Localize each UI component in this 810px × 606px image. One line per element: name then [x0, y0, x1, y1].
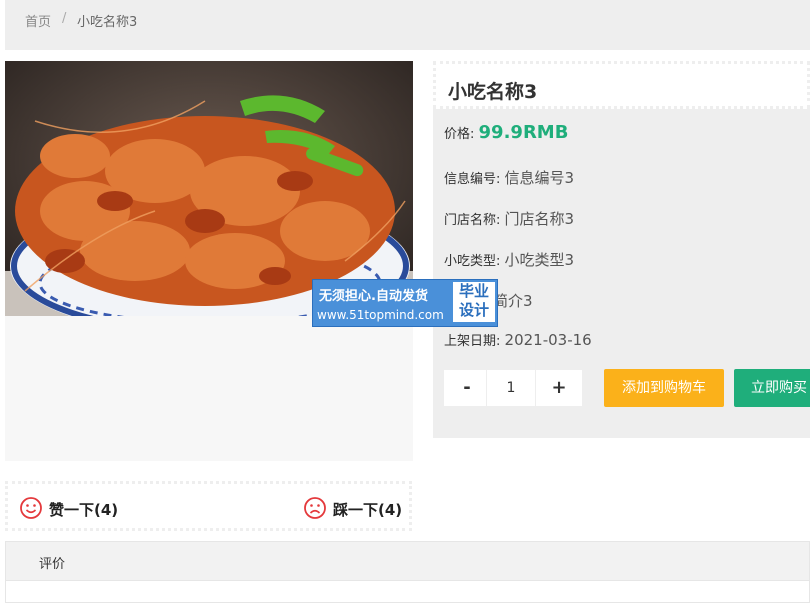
- add-to-cart-button[interactable]: 添加到购物车: [604, 369, 724, 407]
- info-value: 信息编号3: [504, 169, 575, 187]
- review-tab[interactable]: 评价: [39, 553, 65, 572]
- product-info-panel: 小吃名称3 价格: 99.9RMB 信息编号: 信息编号3 门店名称: 门店名称…: [433, 61, 810, 438]
- date-row: 上架日期: 2021-03-16: [444, 330, 592, 349]
- sad-face-icon: [304, 497, 326, 519]
- type-label: 小吃类型:: [444, 254, 501, 269]
- store-value: 门店名称3: [504, 210, 575, 228]
- quantity-minus-button[interactable]: -: [443, 369, 491, 407]
- breadcrumb-separator: /: [62, 11, 67, 26]
- price-value: 99.9RMB: [478, 122, 569, 143]
- price-row: 价格: 99.9RMB: [444, 122, 568, 143]
- breadcrumb-home-link[interactable]: 首页: [25, 11, 51, 30]
- type-value: 小吃类型3: [504, 251, 575, 269]
- product-photo: [5, 61, 413, 316]
- vote-box: 赞一下(4) 踩一下(4): [5, 481, 412, 531]
- type-row: 小吃类型: 小吃类型3: [444, 249, 574, 270]
- product-title-box: 小吃名称3: [433, 61, 810, 109]
- dislike-label: 踩一下(4): [333, 501, 403, 519]
- review-body: [5, 581, 810, 603]
- watermark-box: 毕业设计: [453, 282, 495, 322]
- watermark-line1: 无须担心.自动发货: [319, 289, 428, 304]
- watermark-url: www.51topmind.com: [317, 308, 444, 322]
- intro-value: 简介3: [493, 292, 533, 310]
- product-title: 小吃名称3: [448, 81, 538, 103]
- quantity-input[interactable]: 1: [486, 369, 536, 407]
- like-label: 赞一下(4): [49, 501, 119, 519]
- info-row: 信息编号: 信息编号3: [444, 167, 574, 188]
- watermark-banner: 无须担心.自动发货 www.51topmind.com 毕业设计: [312, 279, 498, 327]
- quantity-plus-button[interactable]: +: [535, 369, 583, 407]
- buy-now-button[interactable]: 立即购买: [734, 369, 810, 407]
- store-row: 门店名称: 门店名称3: [444, 208, 574, 229]
- price-label: 价格:: [444, 127, 475, 142]
- review-header: 评价: [5, 541, 810, 581]
- date-value: 2021-03-16: [504, 331, 592, 349]
- info-label: 信息编号:: [444, 172, 501, 187]
- breadcrumb-current: 小吃名称3: [77, 15, 138, 30]
- breadcrumb: 首页 / 小吃名称3: [5, 0, 810, 50]
- store-label: 门店名称:: [444, 213, 501, 228]
- intro-row: 简介3: [493, 290, 533, 311]
- date-label: 上架日期:: [444, 334, 501, 349]
- smile-icon: [20, 497, 42, 519]
- product-image-panel: [5, 61, 413, 461]
